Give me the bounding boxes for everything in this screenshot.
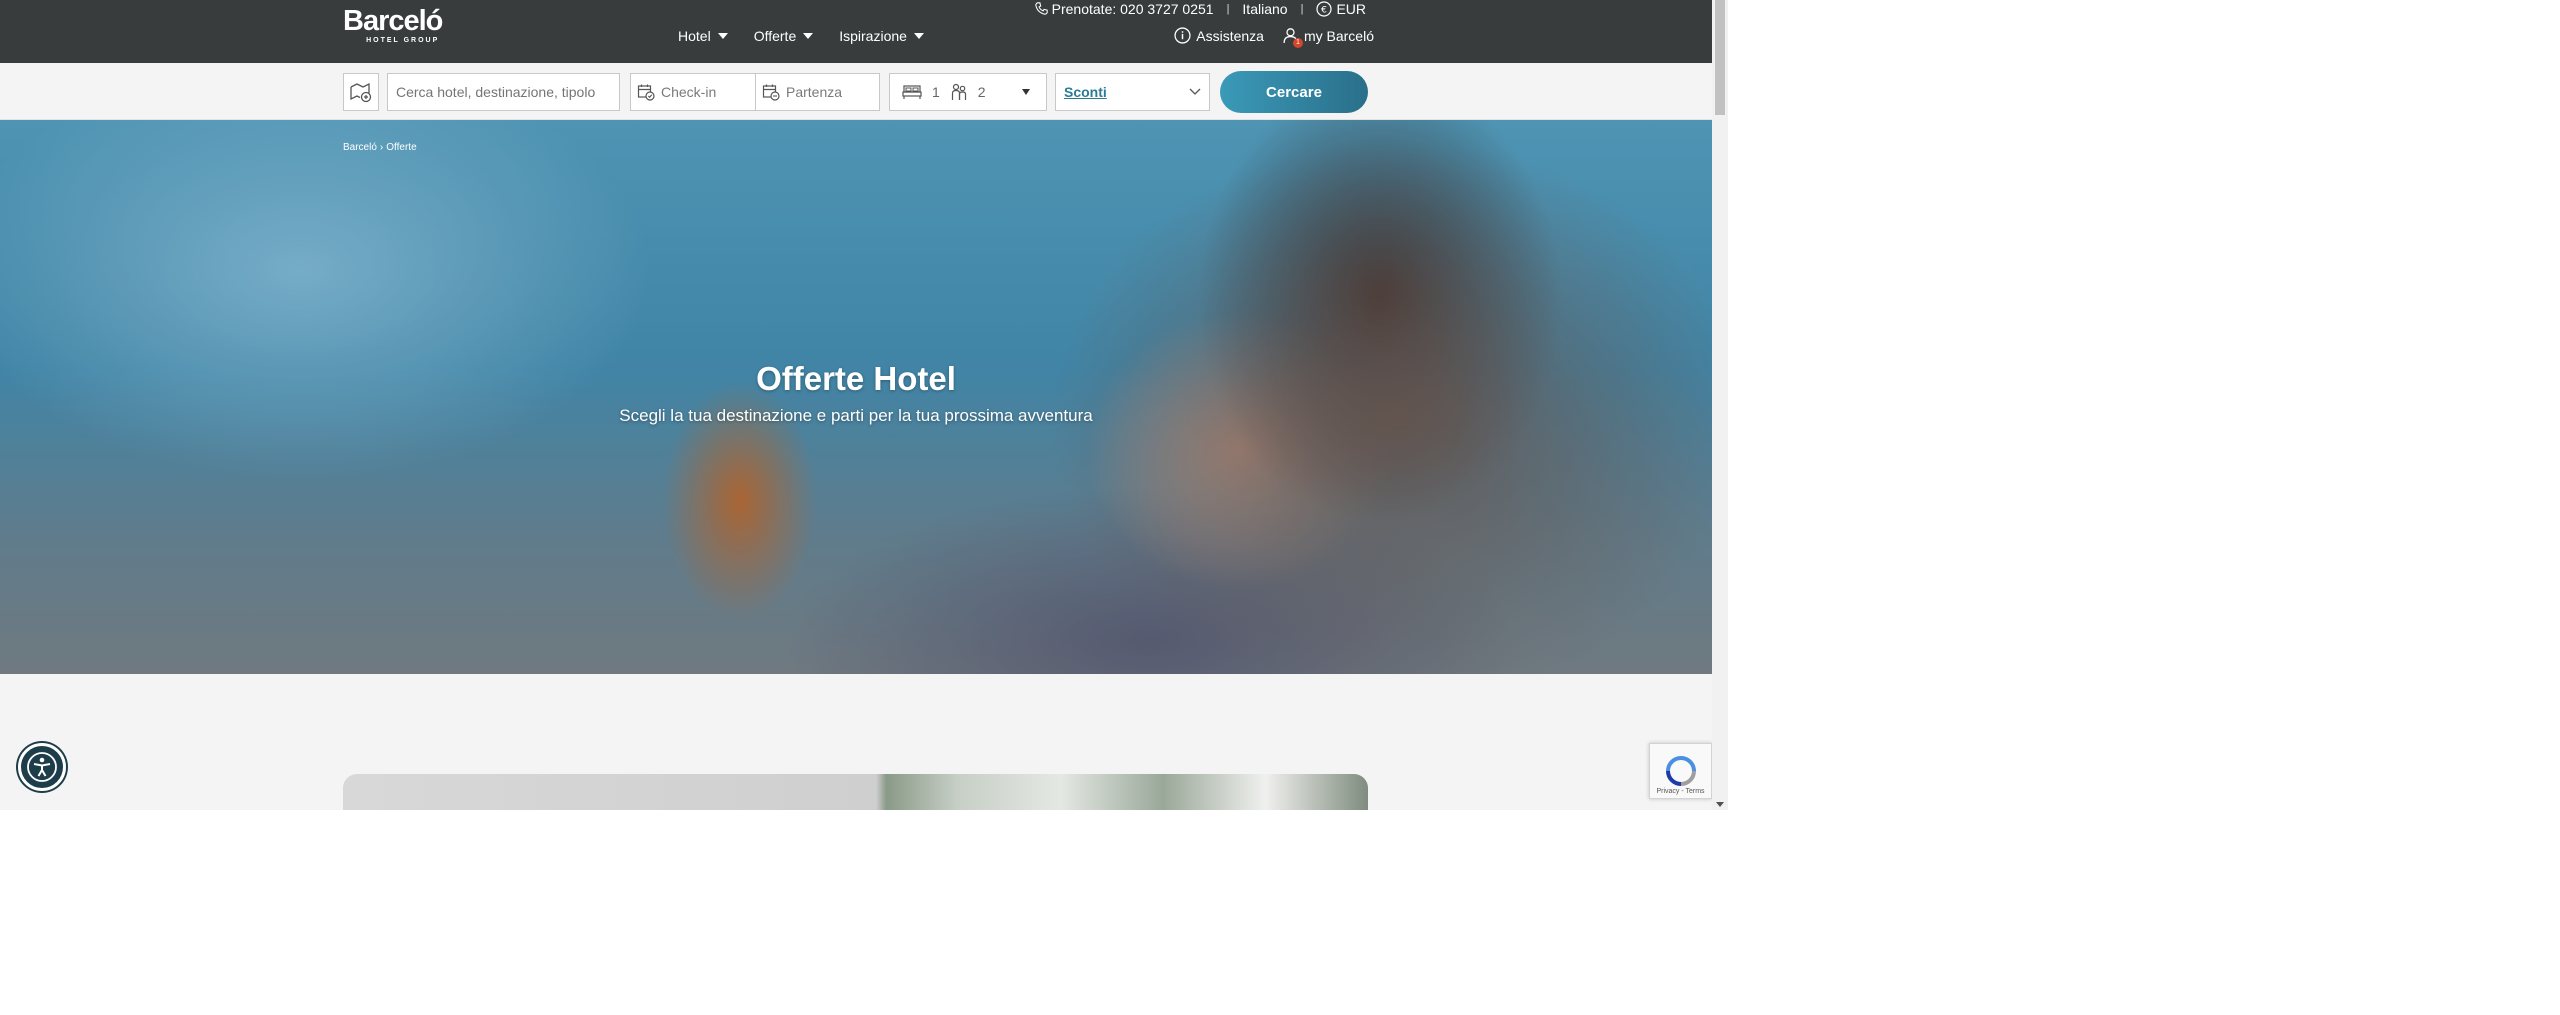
scroll-down-arrow-icon[interactable] (1716, 802, 1724, 807)
help-link[interactable]: Assistenza (1174, 27, 1264, 44)
nav-label: Offerte (753, 28, 797, 44)
page-scrollbar[interactable] (1712, 0, 1728, 810)
page-subtitle: Scegli la tua destinazione e parti per l… (619, 406, 1093, 425)
nav-label: Ispirazione (839, 28, 907, 44)
phone-label: Prenotate: 020 3727 0251 (1051, 0, 1214, 17)
account-label: my Barceló (1303, 27, 1374, 44)
scrollbar-thumb[interactable] (1715, 0, 1725, 115)
my-barcelo-link[interactable]: 1 my Barceló (1282, 27, 1374, 48)
rooms-count: 1 (932, 84, 940, 100)
bed-icon (902, 85, 922, 99)
nav-item-offerte[interactable]: Offerte (754, 28, 814, 44)
accessibility-icon (27, 752, 57, 782)
main-navigation: Hotel Offerte Ispirazione (678, 28, 924, 44)
breadcrumb-current: Offerte (386, 142, 417, 153)
recaptcha-icon (1665, 756, 1696, 786)
barcelo-logo[interactable]: Barceló HOTEL GROUP (343, 5, 443, 44)
nav-item-ispirazione[interactable]: Ispirazione (839, 28, 924, 44)
logo-text: Barceló (343, 5, 443, 37)
phone-icon (1034, 2, 1048, 15)
help-label: Assistenza (1196, 27, 1264, 44)
language-selector[interactable]: Italiano (1242, 1, 1287, 17)
guests-icon (951, 83, 966, 100)
svg-text:€: € (1322, 5, 1328, 15)
utility-bar: Prenotate: 020 3727 0251 | Italiano | € … (1034, 0, 1366, 17)
notification-badge: 1 (1292, 38, 1303, 48)
occupancy-selector[interactable]: 1 2 (889, 73, 1047, 111)
destination-field[interactable] (387, 73, 620, 111)
search-bar: Check-in Partenza 1 2 Sconti Cercare (0, 63, 1712, 120)
logo-subtext: HOTEL GROUP (366, 37, 440, 44)
breadcrumb-separator: › (379, 142, 384, 153)
promo-card[interactable] (343, 774, 1368, 810)
caret-down-icon (1021, 89, 1030, 95)
language-label: Italiano (1242, 0, 1288, 17)
breadcrumb: Barceló › Offerte (343, 142, 417, 153)
euro-icon: € (1316, 0, 1333, 17)
guests-count: 2 (977, 84, 986, 100)
recaptcha-badge[interactable]: Privacy - Terms (1649, 743, 1712, 799)
destination-input[interactable] (396, 84, 616, 100)
discounts-selector[interactable]: Sconti (1055, 73, 1210, 111)
map-search-button[interactable] (343, 73, 379, 111)
divider: | (1300, 2, 1304, 15)
caret-down-icon (913, 33, 924, 39)
accessibility-button[interactable] (18, 743, 66, 791)
info-icon (1174, 27, 1191, 44)
search-button[interactable]: Cercare (1220, 71, 1368, 113)
hero-banner: Barceló › Offerte Offerte Hotel Scegli l… (0, 120, 1712, 674)
discounts-label: Sconti (1064, 84, 1107, 100)
calendar-icon (637, 84, 655, 101)
recaptcha-links[interactable]: Privacy - Terms (1656, 788, 1704, 795)
nav-item-hotel[interactable]: Hotel (678, 28, 728, 44)
currency-selector[interactable]: € EUR (1316, 1, 1366, 17)
page-title: Offerte Hotel (756, 360, 956, 397)
account-bar: Assistenza 1 my Barceló (1174, 27, 1374, 48)
checkin-label: Check-in (661, 84, 717, 100)
nav-label: Hotel (678, 28, 711, 44)
calendar-icon (762, 84, 780, 101)
checkout-label: Partenza (786, 84, 843, 100)
currency-label: EUR (1336, 0, 1366, 17)
breadcrumb-home[interactable]: Barceló (343, 142, 377, 153)
page-viewport: Barceló HOTEL GROUP Prenotate: 020 3727 … (0, 0, 1728, 810)
map-pin-icon (350, 82, 372, 103)
caret-down-icon (717, 33, 728, 39)
phone-link[interactable]: Prenotate: 020 3727 0251 (1034, 0, 1214, 17)
caret-down-icon (803, 33, 814, 39)
date-range-field: Check-in Partenza (630, 73, 880, 111)
checkout-field[interactable]: Partenza (755, 74, 879, 110)
top-header: Barceló HOTEL GROUP Prenotate: 020 3727 … (0, 0, 1712, 63)
chevron-down-icon (1189, 88, 1201, 95)
checkin-field[interactable]: Check-in (631, 74, 755, 110)
divider: | (1226, 2, 1230, 15)
